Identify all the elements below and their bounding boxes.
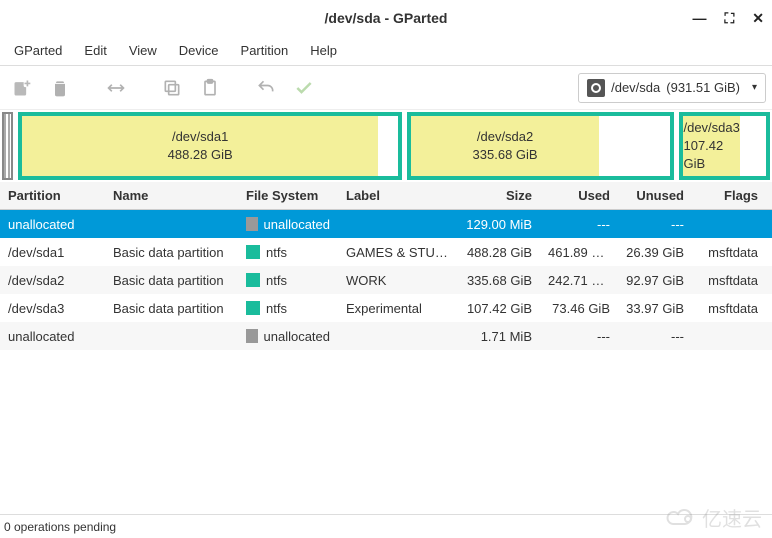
cell-name: Basic data partition	[105, 273, 238, 288]
header-unused[interactable]: Unused	[618, 188, 692, 203]
cell-used: 461.89 GiB	[540, 245, 618, 260]
device-selector-device: /dev/sda	[611, 80, 660, 95]
menu-gparted[interactable]: GParted	[4, 39, 72, 62]
titlebar: /dev/sda - GParted — ⛶ ✕	[0, 0, 772, 36]
window-title: /dev/sda - GParted	[325, 10, 448, 26]
resize-move-button[interactable]	[100, 72, 132, 104]
menu-view[interactable]: View	[119, 39, 167, 62]
watermark: 亿速云	[664, 503, 762, 532]
partition-table-body: unallocated unallocated 129.00 MiB --- -…	[0, 210, 772, 350]
cell-unused: ---	[618, 217, 692, 232]
device-selector[interactable]: /dev/sda (931.51 GiB) ▾	[578, 73, 766, 103]
diskmap-partition-sda1[interactable]: /dev/sda1 488.28 GiB	[18, 112, 402, 180]
delete-partition-button[interactable]	[44, 72, 76, 104]
paste-button[interactable]	[194, 72, 226, 104]
cell-used: ---	[540, 217, 618, 232]
cell-size: 129.00 MiB	[458, 217, 540, 232]
apply-button[interactable]	[288, 72, 320, 104]
toolbar: /dev/sda (931.51 GiB) ▾	[0, 66, 772, 110]
table-row[interactable]: /dev/sda3 Basic data partition ntfs Expe…	[0, 294, 772, 322]
close-button[interactable]: ✕	[752, 10, 764, 27]
fs-swatch-icon	[246, 245, 260, 259]
cell-label: Experimental	[338, 301, 458, 316]
cell-used: 73.46 GiB	[540, 301, 618, 316]
cell-unused: 26.39 GiB	[618, 245, 692, 260]
new-partition-button[interactable]	[6, 72, 38, 104]
cell-size: 488.28 GiB	[458, 245, 540, 260]
header-partition[interactable]: Partition	[0, 188, 105, 203]
fs-swatch-icon	[246, 301, 260, 315]
diskmap-label: /dev/sda2	[477, 128, 533, 146]
header-filesystem[interactable]: File System	[238, 188, 338, 203]
diskmap-partition-sda3[interactable]: /dev/sda3 107.42 GiB	[679, 112, 770, 180]
pending-operations-label: 0 operations pending	[4, 520, 116, 534]
cell-flags: msftdata	[692, 245, 766, 260]
cell-unused: 33.97 GiB	[618, 301, 692, 316]
cell-label: GAMES & STUDY	[338, 245, 458, 260]
partition-table-header: Partition Name File System Label Size Us…	[0, 182, 772, 210]
status-bar: 0 operations pending	[0, 514, 772, 538]
header-flags[interactable]: Flags	[692, 188, 766, 203]
cell-partition: /dev/sda1	[0, 245, 105, 260]
cell-used: ---	[540, 329, 618, 344]
cell-flags: msftdata	[692, 273, 766, 288]
header-name[interactable]: Name	[105, 188, 238, 203]
menu-help[interactable]: Help	[300, 39, 347, 62]
menu-partition[interactable]: Partition	[231, 39, 299, 62]
device-selector-size: (931.51 GiB)	[666, 80, 740, 95]
minimize-button[interactable]: —	[692, 10, 706, 26]
header-label[interactable]: Label	[338, 188, 458, 203]
menu-edit[interactable]: Edit	[74, 39, 116, 62]
cell-size: 1.71 MiB	[458, 329, 540, 344]
header-used[interactable]: Used	[540, 188, 618, 203]
diskmap-label: /dev/sda1	[172, 128, 228, 146]
cell-size: 107.42 GiB	[458, 301, 540, 316]
chevron-down-icon: ▾	[752, 82, 757, 93]
diskmap-size: 107.42 GiB	[683, 137, 739, 173]
window-controls: — ⛶ ✕	[692, 10, 764, 27]
cell-name: Basic data partition	[105, 301, 238, 316]
diskmap-unallocated-leading[interactable]	[2, 112, 13, 180]
cell-partition: unallocated	[0, 329, 105, 344]
cell-size: 335.68 GiB	[458, 273, 540, 288]
table-row[interactable]: /dev/sda2 Basic data partition ntfs WORK…	[0, 266, 772, 294]
cell-filesystem: unallocated	[238, 329, 338, 344]
maximize-button[interactable]: ⛶	[724, 10, 734, 27]
fs-swatch-icon	[246, 273, 260, 287]
undo-button[interactable]	[250, 72, 282, 104]
cell-used: 242.71 GiB	[540, 273, 618, 288]
cell-unused: 92.97 GiB	[618, 273, 692, 288]
copy-button[interactable]	[156, 72, 188, 104]
cell-flags: msftdata	[692, 301, 766, 316]
cell-filesystem: ntfs	[238, 273, 338, 288]
diskmap-partition-sda2[interactable]: /dev/sda2 335.68 GiB	[407, 112, 674, 180]
menu-device[interactable]: Device	[169, 39, 229, 62]
cell-partition: unallocated	[0, 217, 105, 232]
fs-swatch-icon	[246, 217, 258, 231]
cell-partition: /dev/sda2	[0, 273, 105, 288]
disk-map: /dev/sda1 488.28 GiB /dev/sda2 335.68 Gi…	[0, 110, 772, 182]
menubar: GParted Edit View Device Partition Help	[0, 36, 772, 66]
diskmap-size: 488.28 GiB	[168, 146, 233, 164]
disk-icon	[587, 79, 605, 97]
cell-filesystem: ntfs	[238, 245, 338, 260]
table-row[interactable]: unallocated unallocated 129.00 MiB --- -…	[0, 210, 772, 238]
cell-filesystem: ntfs	[238, 301, 338, 316]
diskmap-label: /dev/sda3	[683, 119, 739, 137]
table-row[interactable]: unallocated unallocated 1.71 MiB --- ---	[0, 322, 772, 350]
cell-partition: /dev/sda3	[0, 301, 105, 316]
table-row[interactable]: /dev/sda1 Basic data partition ntfs GAME…	[0, 238, 772, 266]
cell-name: Basic data partition	[105, 245, 238, 260]
cell-filesystem: unallocated	[238, 217, 338, 232]
cell-unused: ---	[618, 329, 692, 344]
diskmap-size: 335.68 GiB	[473, 146, 538, 164]
fs-swatch-icon	[246, 329, 258, 343]
header-size[interactable]: Size	[458, 188, 540, 203]
cell-label: WORK	[338, 273, 458, 288]
